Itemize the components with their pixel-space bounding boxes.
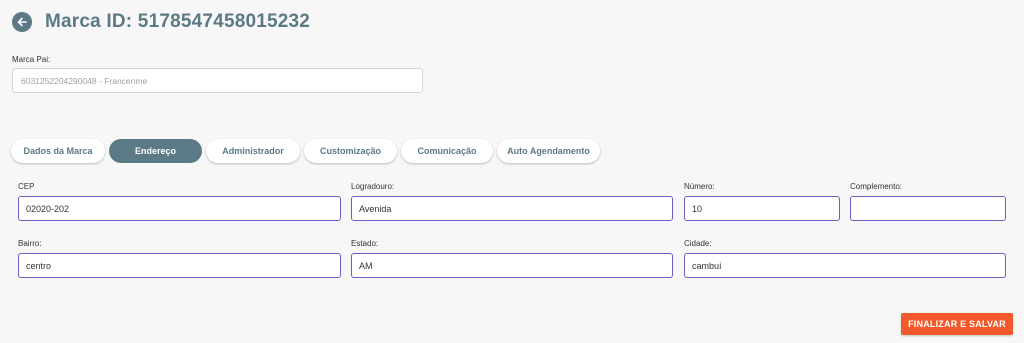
cep-field[interactable] [18,196,341,221]
numero-field[interactable] [684,196,840,221]
parent-brand-label: Marca Pai: [12,55,51,64]
arrow-left-icon [17,17,27,27]
logradouro-label: Logradouro: [351,182,395,191]
tab-comunicacao[interactable]: Comunicação [401,139,493,163]
bairro-field[interactable] [18,253,341,278]
tab-administrador[interactable]: Administrador [206,139,300,163]
cep-label: CEP [18,182,35,191]
complemento-field[interactable] [850,196,1006,221]
estado-field[interactable] [351,253,673,278]
tab-dados-da-marca[interactable]: Dados da Marca [11,139,105,163]
tab-customizacao[interactable]: Customização [304,139,397,163]
page-title: Marca ID: 5178547458015232 [45,11,311,32]
tab-auto-agendamento[interactable]: Auto Agendamento [497,139,600,163]
tab-bar: Dados da Marca Endereço Administrador Cu… [11,139,604,163]
numero-label: Número: [684,182,715,191]
parent-brand-field[interactable] [12,68,423,93]
back-button[interactable] [12,12,32,32]
tab-endereco[interactable]: Endereço [109,139,202,163]
logradouro-field[interactable] [351,196,673,221]
brand-edit-page: Marca ID: 5178547458015232 Marca Pai: Da… [0,0,1024,343]
bairro-label: Bairro: [18,239,42,248]
cidade-label: Cidade: [684,239,712,248]
cidade-field[interactable] [684,253,1006,278]
complemento-label: Complemento: [850,182,903,191]
page-header: Marca ID: 5178547458015232 [12,11,310,33]
save-button[interactable]: FINALIZAR E SALVAR [901,313,1013,335]
estado-label: Estado: [351,239,379,248]
